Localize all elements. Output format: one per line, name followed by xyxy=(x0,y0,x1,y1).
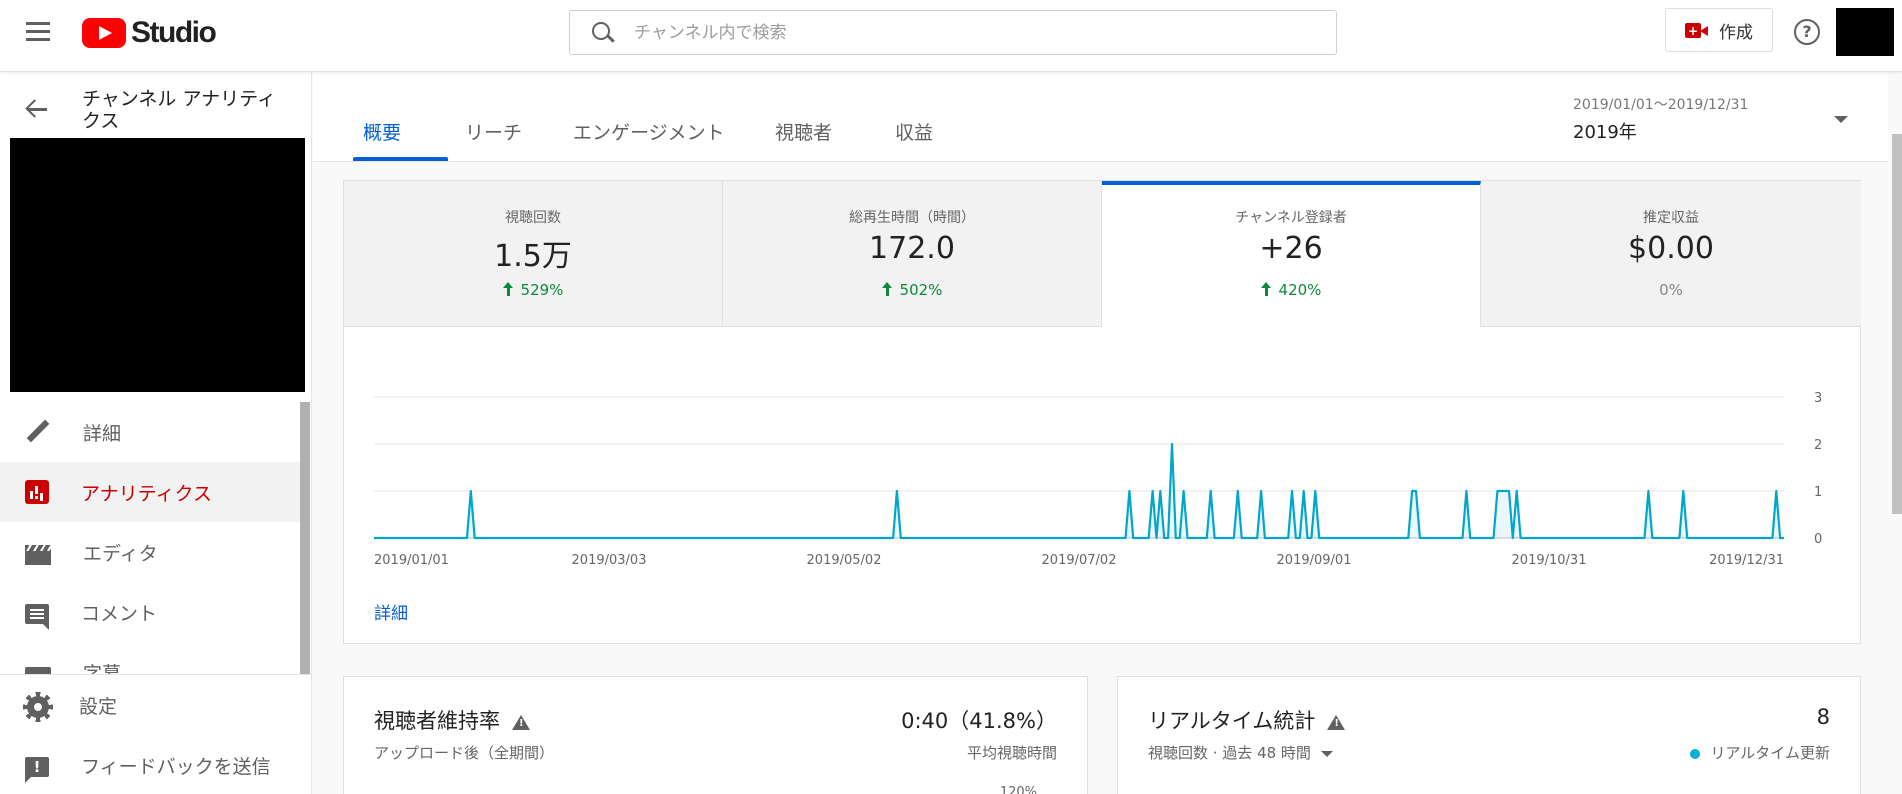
sidebar-item-settings[interactable]: 設定 xyxy=(0,675,300,735)
avatar[interactable] xyxy=(1836,8,1894,56)
tab-overview[interactable]: 概要 xyxy=(363,118,401,145)
sidebar-bottom: 設定 フィードバックを送信 xyxy=(0,674,311,794)
metric-value: 1.5万 xyxy=(494,239,572,274)
sidebar-item-label: フィードバックを送信 xyxy=(81,755,271,778)
metric-change: 0% xyxy=(1659,281,1683,299)
sidebar-item-label: エディタ xyxy=(83,542,158,565)
retention-value-label: 平均視聴時間 xyxy=(966,744,1057,762)
sidebar: チャンネル アナリティクス 詳細 アナリティクス エディタ コメント 字幕 設定… xyxy=(0,72,312,794)
x-tick-label: 2019/03/03 xyxy=(572,553,647,568)
tab-bar: 概要 リーチ エンゲージメント 視聴者 収益 2019/01/01～2019/1… xyxy=(313,72,1888,162)
warning-icon[interactable] xyxy=(512,714,530,730)
x-tick-label: 2019/01/01 xyxy=(374,553,449,568)
gear-icon xyxy=(27,696,49,718)
pencil-icon xyxy=(25,419,51,445)
date-picker-value[interactable]: 2019年 xyxy=(1573,118,1637,144)
y-tick-label: 1 xyxy=(1814,485,1822,500)
sidebar-item-label: 設定 xyxy=(79,695,118,718)
x-tick-label: 2019/12/31 xyxy=(1709,553,1784,568)
main-content: 概要 リーチ エンゲージメント 視聴者 収益 2019/01/01～2019/1… xyxy=(313,72,1888,794)
film-icon xyxy=(25,545,51,565)
chevron-down-icon[interactable] xyxy=(1320,750,1333,757)
logo-text: Studio xyxy=(131,16,217,49)
arrow-up-icon xyxy=(881,282,892,296)
search-box[interactable] xyxy=(569,10,1337,55)
comment-icon xyxy=(25,604,49,630)
feedback-icon xyxy=(25,757,49,783)
metric-change: 420% xyxy=(1102,281,1480,299)
x-tick-label: 2019/10/31 xyxy=(1512,553,1587,568)
create-button[interactable]: + 作成 xyxy=(1665,8,1773,52)
x-tick-label: 2019/09/01 xyxy=(1277,553,1352,568)
active-tab-indicator xyxy=(353,157,448,161)
sidebar-item-analytics[interactable]: アナリティクス xyxy=(0,462,300,522)
sidebar-item-details[interactable]: 詳細 xyxy=(0,402,300,462)
metric-subscribers[interactable]: チャンネル登録者 +26 420% xyxy=(1102,181,1481,327)
metric-value: $0.00 xyxy=(1628,231,1714,266)
metric-value: 172.0 xyxy=(869,231,955,266)
metric-label: チャンネル登録者 xyxy=(1235,210,1347,226)
video-camera-icon: + xyxy=(1685,22,1709,38)
metric-label: 推定収益 xyxy=(1643,210,1699,226)
help-icon[interactable]: ? xyxy=(1794,19,1820,45)
metric-label: 総再生時間（時間） xyxy=(849,210,975,226)
tab-reach[interactable]: リーチ xyxy=(465,118,522,145)
realtime-title: リアルタイム統計 xyxy=(1148,705,1346,735)
live-dot-icon xyxy=(1690,748,1701,759)
retention-axis-tick: 120% xyxy=(999,785,1037,794)
y-tick-label: 2 xyxy=(1814,438,1822,453)
retention-subtitle: アップロード後（全期間） xyxy=(374,744,555,762)
channel-thumbnail[interactable] xyxy=(10,138,305,392)
metric-value: +26 xyxy=(1259,231,1323,266)
retention-title: 視聴者維持率 xyxy=(374,705,530,735)
y-tick-label: 0 xyxy=(1814,532,1822,547)
metric-change: 502% xyxy=(723,281,1101,299)
sidebar-title: チャンネル アナリティクス xyxy=(82,88,276,132)
analytics-icon xyxy=(25,480,49,504)
x-tick-label: 2019/07/02 xyxy=(1042,553,1117,568)
metric-views[interactable]: 視聴回数 1.5万 529% xyxy=(344,181,723,327)
search-icon[interactable] xyxy=(590,20,616,46)
metric-change: 529% xyxy=(344,281,722,299)
tab-audience[interactable]: 視聴者 xyxy=(775,118,832,145)
retention-card: 視聴者維持率 アップロード後（全期間） 0:40（41.8%） 平均視聴時間 1… xyxy=(343,676,1088,794)
warning-icon[interactable] xyxy=(1327,714,1346,730)
page-scrollbar[interactable] xyxy=(1892,134,1902,514)
top-bar: Studio + 作成 ? xyxy=(0,0,1902,72)
arrow-up-icon xyxy=(1260,282,1271,296)
arrow-up-icon xyxy=(502,282,513,296)
x-tick-label: 2019/05/02 xyxy=(807,553,882,568)
metrics-card: 視聴回数 1.5万 529% 総再生時間（時間） 172.0 502% チャンネ… xyxy=(343,180,1861,644)
sidebar-item-feedback[interactable]: フィードバックを送信 xyxy=(0,735,300,794)
youtube-play-icon xyxy=(82,18,126,48)
subscribers-line-chart: 0 1 2 3 2019/01/01 2019/03/03 2019/05/02 2019/0… xyxy=(374,391,1822,568)
realtime-value-label: リアルタイム更新 xyxy=(1690,742,1830,763)
back-arrow-icon[interactable] xyxy=(24,96,50,122)
studio-logo[interactable]: Studio xyxy=(82,16,217,50)
tab-revenue[interactable]: 収益 xyxy=(895,118,933,145)
metric-revenue[interactable]: 推定収益 $0.00 0% xyxy=(1481,181,1861,327)
create-label: 作成 xyxy=(1719,22,1753,43)
sidebar-item-label: アナリティクス xyxy=(81,482,212,505)
details-link[interactable]: 詳細 xyxy=(374,599,408,624)
date-range[interactable]: 2019/01/01～2019/12/31 xyxy=(1573,94,1748,114)
menu-icon[interactable] xyxy=(26,22,52,42)
chevron-down-icon[interactable] xyxy=(1834,116,1848,123)
realtime-card: リアルタイム統計 視聴回数 · 過去 48 時間 8 リアルタイム更新 xyxy=(1117,676,1861,794)
search-input[interactable] xyxy=(634,22,1314,43)
metric-label: 視聴回数 xyxy=(505,210,561,226)
metric-watch-time[interactable]: 総再生時間（時間） 172.0 502% xyxy=(723,181,1102,327)
sidebar-item-editor[interactable]: エディタ xyxy=(0,522,300,582)
sidebar-item-label: コメント xyxy=(81,602,158,625)
y-tick-label: 3 xyxy=(1814,391,1822,406)
realtime-subtitle[interactable]: 視聴回数 · 過去 48 時間 xyxy=(1148,742,1333,763)
retention-value: 0:40（41.8%） xyxy=(901,709,1057,733)
sidebar-item-label: 詳細 xyxy=(83,422,122,445)
sidebar-item-comments[interactable]: コメント xyxy=(0,582,300,642)
realtime-value: 8 xyxy=(1816,705,1830,729)
tab-engagement[interactable]: エンゲージメント xyxy=(573,118,725,145)
